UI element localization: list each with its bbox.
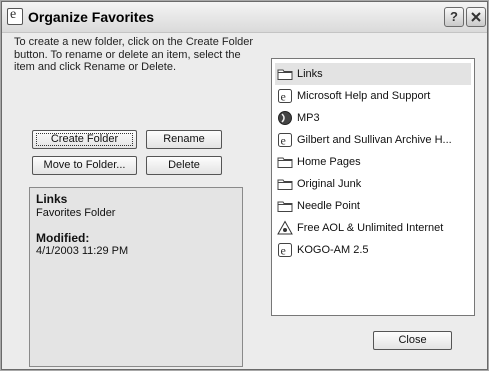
folder-icon bbox=[277, 66, 293, 82]
aol-icon bbox=[277, 220, 293, 236]
favorites-item-label: MP3 bbox=[297, 112, 320, 124]
favorites-item-label: Needle Point bbox=[297, 200, 360, 212]
favorites-list-item[interactable]: e Microsoft Help and Support bbox=[275, 85, 471, 107]
favorites-list-item[interactable]: e Gilbert and Sullivan Archive H... bbox=[275, 129, 471, 151]
title-bar[interactable]: Organize Favorites ? bbox=[2, 2, 487, 33]
create-folder-button[interactable]: Create Folder bbox=[32, 130, 137, 149]
modified-value: 4/1/2003 11:29 PM bbox=[36, 245, 129, 257]
help-button[interactable]: ? bbox=[444, 7, 464, 27]
folder-icon bbox=[277, 154, 293, 170]
svg-text:e: e bbox=[281, 134, 286, 148]
item-properties-panel: Links Favorites Folder Modified: 4/1/200… bbox=[29, 187, 243, 367]
favorites-list-item[interactable]: MP3 bbox=[275, 107, 471, 129]
favorites-item-label: Free AOL & Unlimited Internet bbox=[297, 222, 444, 234]
favorites-list-item[interactable]: Needle Point bbox=[275, 195, 471, 217]
organize-favorites-dialog: Organize Favorites ? To create a new fol… bbox=[1, 1, 488, 370]
favorites-item-label: Home Pages bbox=[297, 156, 361, 168]
folder-icon bbox=[277, 176, 293, 192]
favorites-list-item[interactable]: Home Pages bbox=[275, 151, 471, 173]
favorites-item-label: Links bbox=[297, 68, 323, 80]
modified-heading: Modified: bbox=[36, 231, 90, 245]
selected-item-name: Links bbox=[36, 192, 68, 206]
ie-favorites-icon bbox=[7, 7, 23, 25]
favorites-list[interactable]: Links e Microsoft Help and Support MP3 e Gilb… bbox=[271, 58, 475, 316]
close-window-button[interactable] bbox=[466, 7, 486, 27]
favorites-list-item[interactable]: Original Junk bbox=[275, 173, 471, 195]
svg-text:e: e bbox=[281, 90, 286, 104]
ie-page-icon: e bbox=[277, 88, 293, 104]
media-icon bbox=[277, 110, 293, 126]
ie-page-icon: e bbox=[277, 242, 293, 258]
favorites-list-item[interactable]: e KOGO-AM 2.5 bbox=[275, 239, 471, 261]
delete-button[interactable]: Delete bbox=[146, 156, 222, 175]
dialog-title: Organize Favorites bbox=[28, 9, 155, 25]
ie-page-icon: e bbox=[277, 132, 293, 148]
favorites-item-label: Gilbert and Sullivan Archive H... bbox=[297, 134, 452, 146]
help-icon: ? bbox=[450, 9, 458, 24]
folder-icon bbox=[277, 198, 293, 214]
favorites-list-item[interactable]: Free AOL & Unlimited Internet bbox=[275, 217, 471, 239]
close-icon bbox=[471, 12, 481, 22]
rename-button[interactable]: Rename bbox=[146, 130, 222, 149]
favorites-item-label: KOGO-AM 2.5 bbox=[297, 244, 369, 256]
favorites-item-label: Microsoft Help and Support bbox=[297, 90, 431, 102]
selected-item-type: Favorites Folder bbox=[36, 207, 116, 219]
move-to-folder-button[interactable]: Move to Folder... bbox=[32, 156, 137, 175]
favorites-list-item[interactable]: Links bbox=[275, 63, 471, 85]
instructions-text: To create a new folder, click on the Cre… bbox=[14, 36, 254, 73]
close-button[interactable]: Close bbox=[373, 331, 452, 350]
favorites-item-label: Original Junk bbox=[297, 178, 362, 190]
svg-text:e: e bbox=[281, 244, 286, 258]
